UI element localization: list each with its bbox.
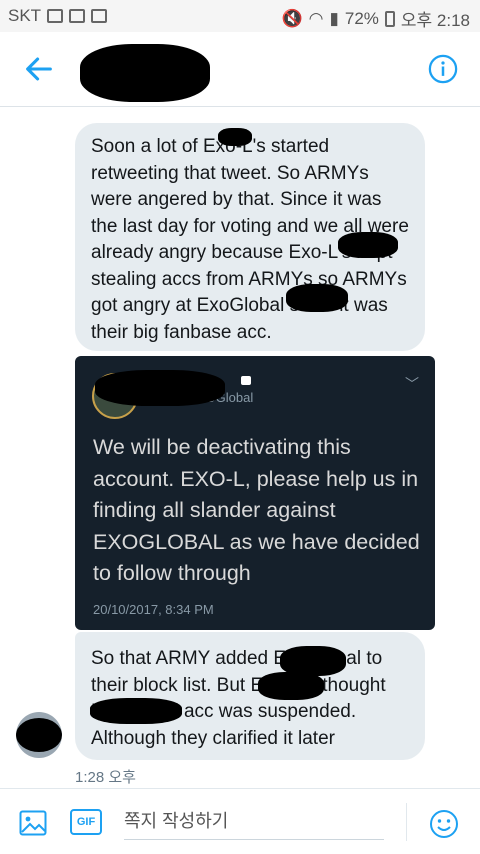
clock: 오후 2:18 [400, 11, 470, 30]
redaction-mark [258, 672, 324, 700]
redaction-mark [16, 718, 62, 752]
composer-bar: GIF [0, 788, 480, 854]
conversation-header [0, 32, 480, 107]
redaction-mark [90, 698, 182, 724]
redaction-mark [95, 370, 225, 406]
emoji-icon[interactable] [429, 809, 459, 839]
chevron-down-icon[interactable]: ﹀ [405, 374, 419, 394]
gallery-icon [91, 9, 108, 23]
tweet-text: We will be deactivating this account. EX… [93, 435, 420, 585]
gif-icon[interactable]: GIF [70, 809, 102, 835]
mail-icon [69, 9, 86, 23]
wifi-icon: ◠ [308, 8, 324, 28]
divider [406, 803, 407, 841]
avatar[interactable] [16, 712, 62, 758]
contact-name[interactable] [80, 44, 210, 102]
battery-percent: 72% [344, 8, 379, 28]
message-timestamp: 1:28 오후 [75, 769, 136, 786]
message-bubble[interactable]: So that ARMY added ExoGlobal to their bl… [75, 632, 425, 760]
message-input[interactable] [124, 803, 384, 840]
arrow-left-icon[interactable] [22, 52, 56, 86]
notification-icon [47, 9, 64, 23]
lock-icon [241, 376, 251, 385]
image-icon[interactable] [19, 810, 47, 836]
redaction-mark [218, 128, 252, 146]
signal-icon: ▮ [329, 8, 339, 28]
mute-icon: 🔇 [281, 8, 303, 28]
redaction-mark [286, 284, 348, 312]
status-bar: SKT 🔇 ◠ ▮ 72% 오후 2:18 [0, 0, 480, 32]
redaction-mark [338, 232, 398, 258]
shared-tweet-card[interactable]: exoglobal @EXOGlobal ﹀ We will be deacti… [75, 356, 435, 630]
tweet-date: 20/10/2017, 8:34 PM [93, 602, 214, 617]
info-icon[interactable] [428, 54, 458, 84]
battery-icon [384, 10, 395, 27]
carrier-label: SKT [8, 6, 42, 25]
